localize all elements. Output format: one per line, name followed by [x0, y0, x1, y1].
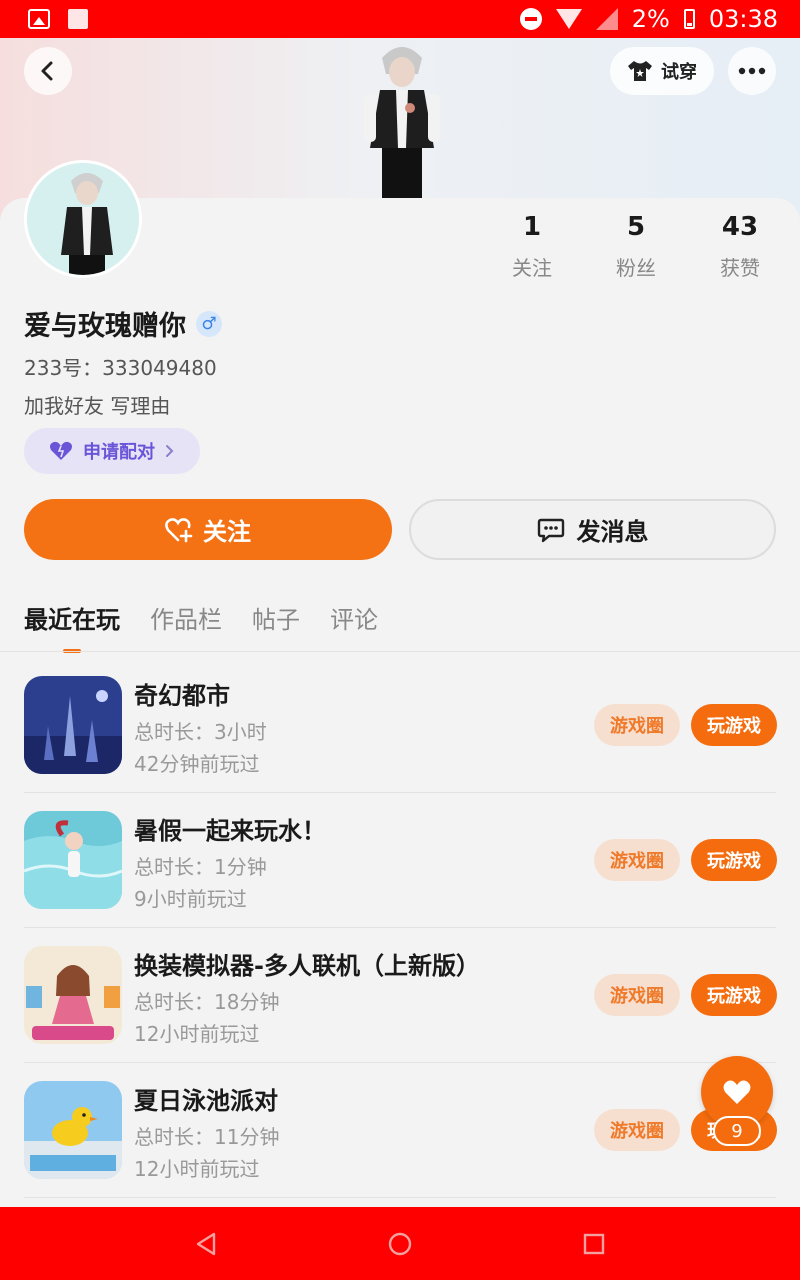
- list-item[interactable]: 暑假一起来玩水！ 总时长：1分钟 9小时前玩过 游戏圈 玩游戏: [24, 793, 777, 928]
- following-stat[interactable]: 1 关注: [480, 212, 584, 281]
- game-thumbnail: [24, 1081, 122, 1179]
- tshirt-icon: [628, 61, 652, 81]
- heart-add-icon: [165, 517, 193, 542]
- play-game-button[interactable]: 玩游戏: [691, 974, 777, 1016]
- tab-recently-played[interactable]: 最近在玩: [24, 600, 120, 635]
- like-count-badge: 9: [713, 1116, 761, 1146]
- more-icon: [738, 67, 766, 75]
- username: 爱与玫瑰赠你: [24, 311, 186, 342]
- chevron-right-icon: [166, 445, 174, 457]
- follow-label: 关注: [203, 518, 251, 546]
- more-options-button[interactable]: [728, 47, 776, 95]
- message-label: 发消息: [576, 518, 649, 546]
- list-item[interactable]: 换装模拟器-多人联机（上新版） 总时长：18分钟 12小时前玩过 游戏圈 玩游戏: [24, 928, 777, 1063]
- username-row: 爱与玫瑰赠你 ♂: [24, 304, 222, 343]
- profile-stats: 1 关注 5 粉丝 43 获赞: [480, 212, 800, 281]
- tab-works[interactable]: 作品栏: [150, 600, 222, 635]
- followers-stat[interactable]: 5 粉丝: [584, 212, 688, 281]
- game-thumbnail: [24, 676, 122, 774]
- game-cover-summer-water: [24, 811, 122, 909]
- request-pairing-button[interactable]: 申请配对: [24, 428, 200, 474]
- signal-icon: [595, 8, 618, 30]
- likes-label: 获赞: [720, 256, 760, 280]
- avatar-3d-figure: [364, 47, 440, 198]
- follow-button[interactable]: 关注: [24, 499, 392, 560]
- play-game-button[interactable]: 玩游戏: [691, 704, 777, 746]
- game-last-played: 12小时前玩过: [134, 1022, 260, 1046]
- home-circle-icon[interactable]: [387, 1231, 413, 1257]
- game-title: 暑假一起来玩水！: [134, 817, 326, 845]
- profile-tabs: 最近在玩 作品栏 帖子 评论: [24, 600, 378, 635]
- game-last-played: 42分钟前玩过: [134, 752, 260, 776]
- try-on-button[interactable]: 试穿: [610, 47, 714, 95]
- game-last-played: 9小时前玩过: [134, 887, 247, 911]
- male-gender-icon: ♂: [196, 310, 222, 337]
- game-duration: 总时长：3小时: [134, 720, 267, 744]
- tabs-divider: [0, 651, 800, 652]
- avatar[interactable]: [24, 160, 142, 278]
- heart-pair-icon: [50, 441, 72, 460]
- following-label: 关注: [512, 256, 552, 280]
- recents-square-icon[interactable]: [582, 1232, 606, 1256]
- likes-stat[interactable]: 43 获赞: [688, 212, 792, 281]
- game-cover-dress-up: [24, 946, 122, 1044]
- do-not-disturb-icon: [519, 8, 542, 30]
- pair-label: 申请配对: [83, 442, 155, 463]
- back-triangle-icon[interactable]: [194, 1231, 218, 1257]
- battery-percent: 2%: [631, 5, 670, 33]
- game-duration: 总时长：18分钟: [134, 990, 280, 1014]
- user-id: 233号：333049480: [24, 356, 217, 380]
- recent-games-list: 奇幻都市 总时长：3小时 42分钟前玩过 游戏圈 玩游戏 暑假一起来玩水！ 总时…: [0, 658, 800, 1198]
- wifi-icon: [555, 9, 582, 29]
- game-circle-button[interactable]: 游戏圈: [594, 1109, 680, 1151]
- game-title: 夏日泳池派对: [134, 1087, 278, 1115]
- tab-posts[interactable]: 帖子: [252, 600, 300, 635]
- game-title: 换装模拟器-多人联机（上新版）: [134, 952, 480, 980]
- game-thumbnail: [24, 811, 122, 909]
- user-bio: 加我好友 写理由: [24, 394, 171, 418]
- status-bar: 2% 03:38: [0, 0, 800, 38]
- clock: 03:38: [708, 5, 778, 33]
- play-game-button[interactable]: 玩游戏: [691, 839, 777, 881]
- likes-count: 43: [721, 212, 759, 242]
- list-item[interactable]: 夏日泳池派对 总时长：11分钟 12小时前玩过 游戏圈 玩游戏: [24, 1063, 777, 1198]
- battery-icon: [683, 9, 695, 29]
- game-cover-pool-party: [24, 1081, 122, 1179]
- message-button[interactable]: 发消息: [409, 499, 776, 560]
- followers-label: 粉丝: [616, 256, 656, 280]
- game-circle-button[interactable]: 游戏圈: [594, 839, 680, 881]
- chat-bubble-icon: [537, 518, 564, 542]
- game-circle-button[interactable]: 游戏圈: [594, 974, 680, 1016]
- image-notification-icon: [28, 9, 50, 29]
- heart-icon: [723, 1080, 751, 1104]
- following-count: 1: [522, 212, 542, 242]
- tab-comments[interactable]: 评论: [330, 600, 378, 635]
- game-cover-fantasy-city: [24, 676, 122, 774]
- game-duration: 总时长：1分钟: [134, 855, 267, 879]
- game-duration: 总时长：11分钟: [134, 1125, 280, 1149]
- game-last-played: 12小时前玩过: [134, 1157, 260, 1181]
- back-button[interactable]: [24, 47, 72, 95]
- chevron-left-icon: [41, 61, 53, 81]
- game-thumbnail: [24, 946, 122, 1044]
- game-title: 奇幻都市: [134, 682, 230, 710]
- notification-icon: [68, 9, 88, 29]
- try-on-label: 试穿: [661, 62, 697, 83]
- list-item[interactable]: 奇幻都市 总时长：3小时 42分钟前玩过 游戏圈 玩游戏: [24, 658, 777, 793]
- game-circle-button[interactable]: 游戏圈: [594, 704, 680, 746]
- followers-count: 5: [626, 212, 646, 242]
- system-navigation-bar: [0, 1207, 800, 1280]
